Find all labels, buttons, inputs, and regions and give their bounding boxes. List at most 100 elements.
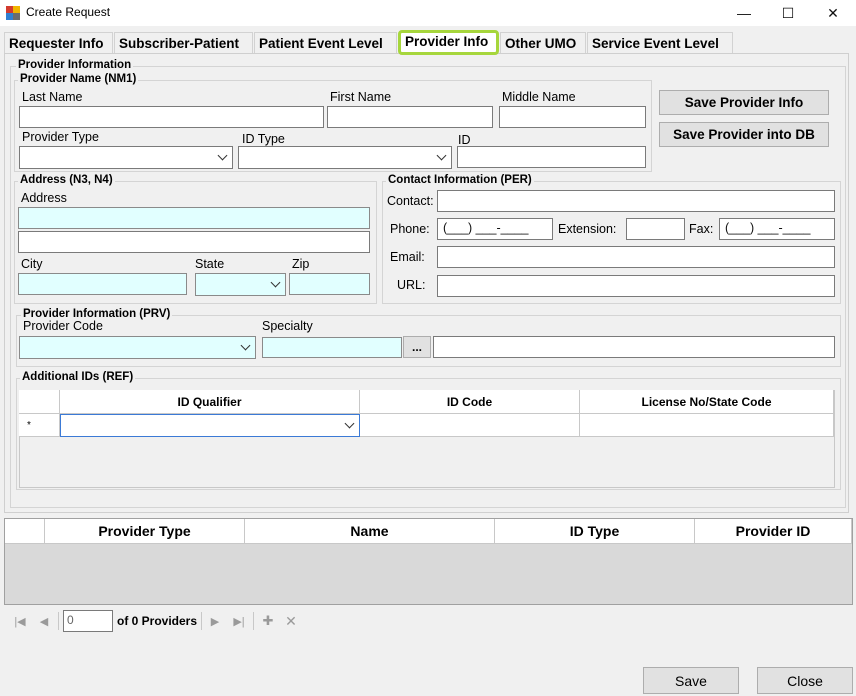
close-window-button[interactable]: ✕ [810,0,856,26]
id-qualifier-select[interactable] [60,414,360,437]
position-input[interactable]: 0 [63,610,113,632]
add-icon: ✚ [262,613,274,628]
button-label: Save Provider Info [684,95,804,110]
tab-patient-event-level[interactable]: Patient Event Level [254,32,397,53]
extension-input[interactable] [626,218,685,240]
provider-name-title: Provider Name (NM1) [18,73,139,85]
col-id-code[interactable]: ID Code [360,390,580,414]
middle-name-input[interactable] [499,106,646,128]
separator [201,612,202,630]
specialty-browse-button[interactable]: ... [403,336,431,358]
id-type-select[interactable] [238,146,452,169]
state-label: State [195,257,225,271]
tab-provider-info[interactable]: Provider Info [398,30,499,55]
last-name-label: Last Name [22,90,83,104]
specialty-input[interactable] [262,337,402,358]
move-next-icon: ▶ [210,615,220,628]
minimize-icon: — [737,5,751,21]
add-new-button[interactable]: ✚ [258,612,278,630]
specialty-description-input[interactable] [433,336,835,358]
save-provider-into-db-button[interactable]: Save Provider into DB [659,122,829,147]
url-input[interactable] [437,275,835,297]
move-last-button[interactable]: ▶| [229,612,249,630]
address-line2-input[interactable] [18,231,370,253]
provider-type-select[interactable] [19,146,233,169]
phone-label: Phone: [390,222,430,236]
fax-label: Fax: [689,222,714,236]
button-label: Save Provider into DB [673,127,815,142]
tab-requester-info[interactable]: Requester Info [4,32,113,53]
minimize-button[interactable]: — [721,0,767,26]
col-id-type[interactable]: ID Type [495,519,695,544]
col-name[interactable]: Name [245,519,495,544]
tab-label: Other UMO [505,36,577,51]
extension-label: Extension: [558,222,617,236]
last-name-input[interactable] [19,106,324,128]
address-label: Address [21,191,67,205]
count-label: of 0 Providers [117,614,198,628]
close-button[interactable]: Close [757,667,853,694]
email-input[interactable] [437,246,835,268]
new-row-marker: * [27,420,31,431]
tab-label: Subscriber-Patient [119,36,240,51]
maximize-button[interactable]: ☐ [765,0,811,26]
column-label: License No/State Code [641,394,772,409]
delete-icon: ✕ [285,612,297,629]
city-input[interactable] [18,273,187,295]
col-id-qualifier[interactable]: ID Qualifier [60,390,360,414]
state-select[interactable] [195,273,286,296]
tab-label: Service Event Level [592,36,719,51]
separator [58,612,59,630]
first-name-input[interactable] [327,106,493,128]
move-first-icon: |◀ [14,615,26,628]
save-provider-info-button[interactable]: Save Provider Info [659,90,829,115]
col-provider-id[interactable]: Provider ID [695,519,852,544]
id-code-cell[interactable] [360,414,580,437]
provider-type-label: Provider Type [22,130,99,144]
contact-label: Contact: [387,194,434,208]
specialty-label: Specialty [262,319,313,333]
column-label: ID Qualifier [177,394,242,409]
tab-subscriber-patient[interactable]: Subscriber-Patient [114,32,253,53]
new-row-indicator: * [19,414,60,437]
fax-input[interactable]: (___) ___-____ [719,218,835,240]
providers-row-header-corner [5,519,45,544]
address-line1-input[interactable] [18,207,370,229]
maximize-icon: ☐ [781,4,795,21]
close-icon: ✕ [827,4,839,21]
middle-name-label: Middle Name [502,90,576,104]
move-last-icon: ▶| [233,615,245,628]
move-previous-button[interactable]: ◀ [34,612,54,630]
column-label: Name [350,523,389,539]
email-label: Email: [390,250,425,264]
tab-label: Requester Info [9,36,104,51]
button-label: Save [675,672,707,689]
button-label: Close [787,672,823,689]
row-header-corner [19,390,60,414]
save-button[interactable]: Save [643,667,739,694]
id-label: ID [458,133,471,147]
provider-information-title: Provider Information [16,59,134,71]
city-label: City [21,257,43,271]
tab-label: Patient Event Level [259,36,383,51]
phone-input[interactable]: (___) ___-____ [437,218,553,240]
tab-other-umo[interactable]: Other UMO [500,32,586,53]
col-license-state-code[interactable]: License No/State Code [580,390,834,414]
move-next-button[interactable]: ▶ [205,612,225,630]
col-provider-type[interactable]: Provider Type [45,519,245,544]
separator [253,612,254,630]
additional-ids-title: Additional IDs (REF) [20,371,136,383]
url-label: URL: [397,278,426,292]
tab-label: Provider Info [405,34,489,49]
address-group-title: Address (N3, N4) [18,174,115,186]
id-input[interactable] [457,146,646,168]
window-title: Create Request [26,5,111,19]
contact-information-title: Contact Information (PER) [386,174,534,186]
provider-code-select[interactable] [19,336,256,359]
delete-button[interactable]: ✕ [281,612,301,630]
contact-input[interactable] [437,190,835,212]
zip-input[interactable] [289,273,370,295]
tab-service-event-level[interactable]: Service Event Level [587,32,733,53]
move-first-button[interactable]: |◀ [10,612,30,630]
license-state-code-cell[interactable] [580,414,834,437]
